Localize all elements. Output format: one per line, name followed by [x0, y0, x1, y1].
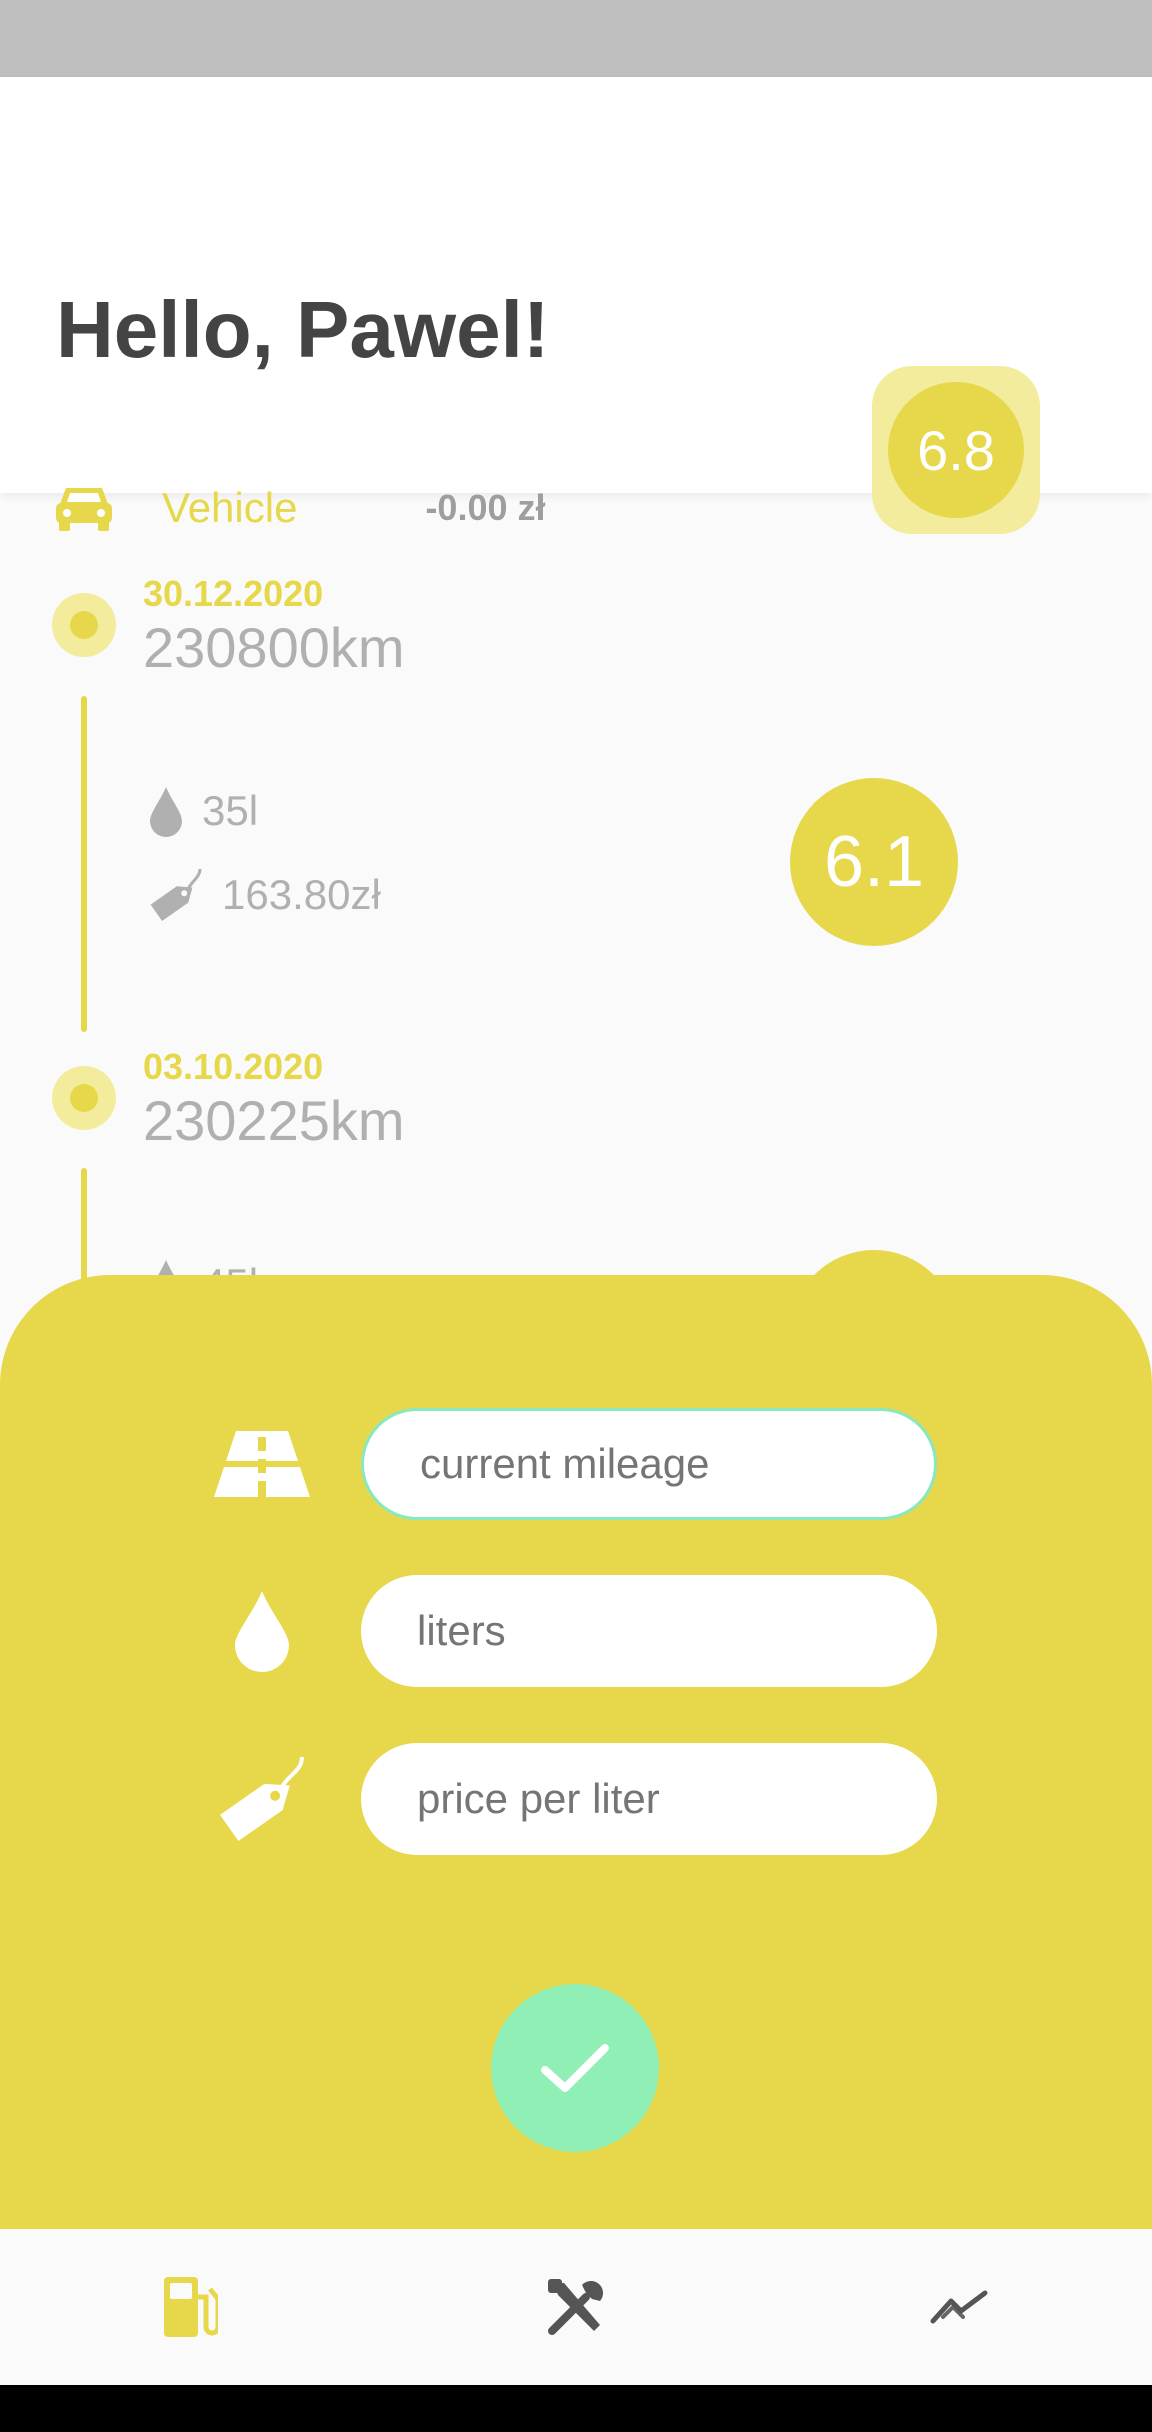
nav-maintenance[interactable]	[501, 2229, 651, 2385]
entry-mileage: 230800km	[143, 616, 405, 679]
liters-field-row	[0, 1575, 1152, 1687]
price-tag-icon	[212, 1756, 312, 1842]
road-icon	[212, 1424, 312, 1504]
fuel-pump-icon	[164, 2277, 218, 2337]
entry-consumption: 6.1	[790, 778, 958, 946]
entry-price-value: 163.80zł	[222, 871, 381, 918]
tools-icon	[548, 2279, 604, 2335]
price-tag-icon	[150, 868, 202, 921]
system-navigation-bar	[0, 2385, 1152, 2432]
greeting-title: Hello, Pawel!	[56, 285, 550, 374]
nav-fuel[interactable]	[115, 2229, 265, 2385]
checkmark-icon	[541, 2044, 609, 2092]
mileage-field-row	[0, 1408, 1152, 1520]
timeline-dot	[52, 593, 116, 657]
trend-chart-icon	[930, 2290, 988, 2324]
bottom-navigation	[0, 2229, 1152, 2385]
average-consumption-value: 6.8	[888, 382, 1024, 518]
balance-value: -0.00 zł	[425, 487, 546, 528]
entry-mileage: 230225km	[143, 1089, 405, 1152]
entry-liters: 35l	[148, 785, 258, 837]
car-icon	[56, 488, 112, 531]
add-refuel-sheet	[0, 1275, 1152, 2275]
status-bar	[0, 0, 1152, 77]
drop-icon	[212, 1591, 312, 1672]
entry-liters-value: 35l	[202, 787, 259, 834]
drop-icon	[150, 787, 182, 837]
entry-date: 30.12.2020	[143, 573, 324, 614]
timeline-line	[81, 696, 87, 1032]
liters-input[interactable]	[361, 1575, 937, 1687]
header: Hello, Pawel! Vehicle -0.00 zł 6.8	[0, 77, 1152, 534]
entry-price: 163.80zł	[148, 867, 381, 923]
price-field-row	[0, 1743, 1152, 1855]
nav-statistics[interactable]	[884, 2229, 1034, 2385]
price-per-liter-input[interactable]	[361, 1743, 937, 1855]
vehicle-selector[interactable]: Vehicle -0.00 zł	[56, 473, 546, 543]
mileage-input[interactable]	[361, 1408, 937, 1520]
average-consumption-badge: 6.8	[872, 366, 1040, 534]
vehicle-label[interactable]: Vehicle	[162, 484, 297, 532]
entry-date: 03.10.2020	[143, 1046, 324, 1087]
timeline-dot	[52, 1066, 116, 1130]
submit-button[interactable]	[491, 1984, 659, 2152]
